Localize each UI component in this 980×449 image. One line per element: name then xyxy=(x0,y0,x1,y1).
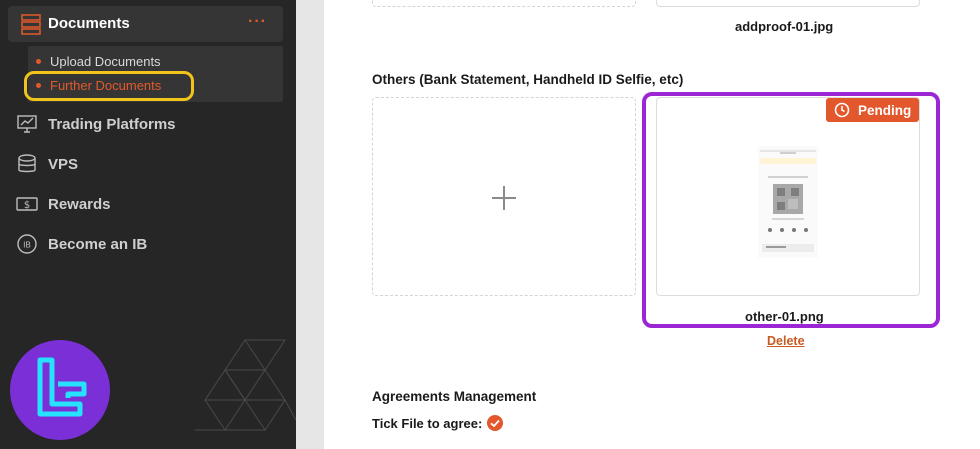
checkmark-icon xyxy=(490,419,500,428)
monitor-chart-icon xyxy=(17,115,37,133)
svg-text:$: $ xyxy=(24,200,30,211)
sidebar-item-rewards[interactable]: $ Rewards xyxy=(16,193,111,215)
sidebar-item-vps[interactable]: VPS xyxy=(16,153,78,175)
upload-dropzone-partial[interactable] xyxy=(372,0,636,7)
file-name: addproof-01.jpg xyxy=(735,19,834,34)
sidebar: Documents ··· Upload Documents Further D… xyxy=(0,0,296,449)
submenu-item-label: Upload Documents xyxy=(50,53,161,69)
sidebar-item-label: Documents xyxy=(48,15,130,32)
ib-circle-icon: IB xyxy=(17,234,37,254)
sidebar-item-trading-platforms[interactable]: Trading Platforms xyxy=(16,113,176,135)
more-options-icon[interactable]: ··· xyxy=(248,13,267,31)
sidebar-item-label: Become an IB xyxy=(48,235,148,253)
brand-logo xyxy=(10,340,110,440)
bullet-icon xyxy=(36,58,41,64)
agree-checkbox[interactable] xyxy=(487,415,503,431)
sidebar-item-become-an-ib[interactable]: IB Become an IB xyxy=(16,233,147,255)
brand-logo-mark-icon xyxy=(37,357,87,417)
submenu-item-upload-documents[interactable]: Upload Documents xyxy=(28,50,161,72)
file-preview-card-partial[interactable] xyxy=(656,0,920,7)
sidebar-item-label: VPS xyxy=(48,155,79,173)
svg-text:IB: IB xyxy=(23,241,31,250)
database-icon xyxy=(18,154,36,173)
main-content: addproof-01.jpg Others (Bank Statement, … xyxy=(324,0,980,449)
dollar-bill-icon: $ xyxy=(16,197,38,211)
highlight-outline-yellow xyxy=(24,71,194,101)
documents-icon xyxy=(21,14,41,35)
section-title-others: Others (Bank Statement, Handheld ID Self… xyxy=(372,72,684,87)
section-title-agreements: Agreements Management xyxy=(372,389,537,404)
sidebar-item-label: Rewards xyxy=(48,195,111,213)
plus-icon xyxy=(492,186,516,210)
sidebar-item-documents[interactable]: Documents ··· xyxy=(8,6,283,42)
layout-gutter xyxy=(296,0,324,449)
highlight-outline-purple xyxy=(642,92,940,328)
decorative-triangles xyxy=(195,339,296,431)
upload-dropzone[interactable] xyxy=(372,97,636,296)
sidebar-item-label: Trading Platforms xyxy=(48,115,176,133)
tick-file-label: Tick File to agree: xyxy=(372,416,483,431)
delete-link[interactable]: Delete xyxy=(767,334,805,348)
